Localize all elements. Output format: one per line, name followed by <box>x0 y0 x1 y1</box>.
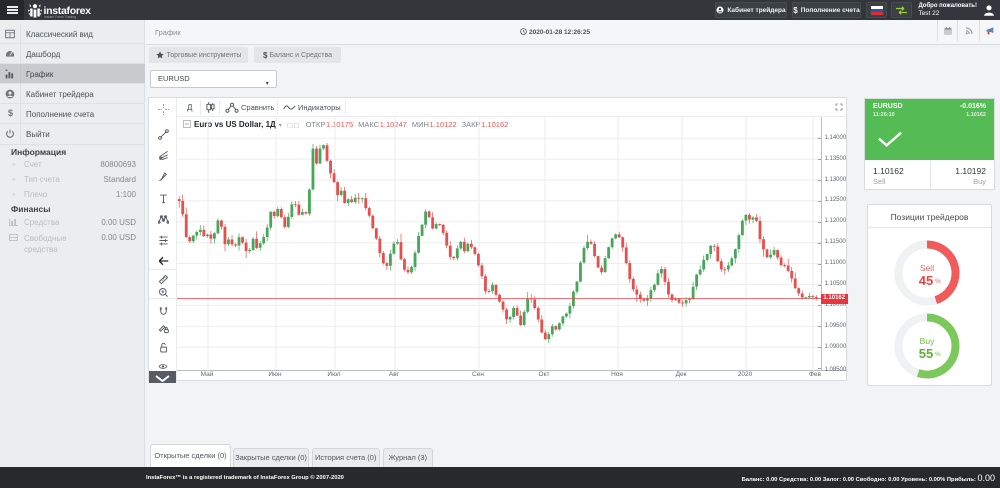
svg-text:Instant Forex Trading: Instant Forex Trading <box>44 15 76 19</box>
svg-text:Buy: Buy <box>920 336 935 346</box>
svg-text:%: % <box>935 351 941 358</box>
svg-text:Sell: Sell <box>920 263 934 273</box>
svg-text:55: 55 <box>919 346 933 361</box>
